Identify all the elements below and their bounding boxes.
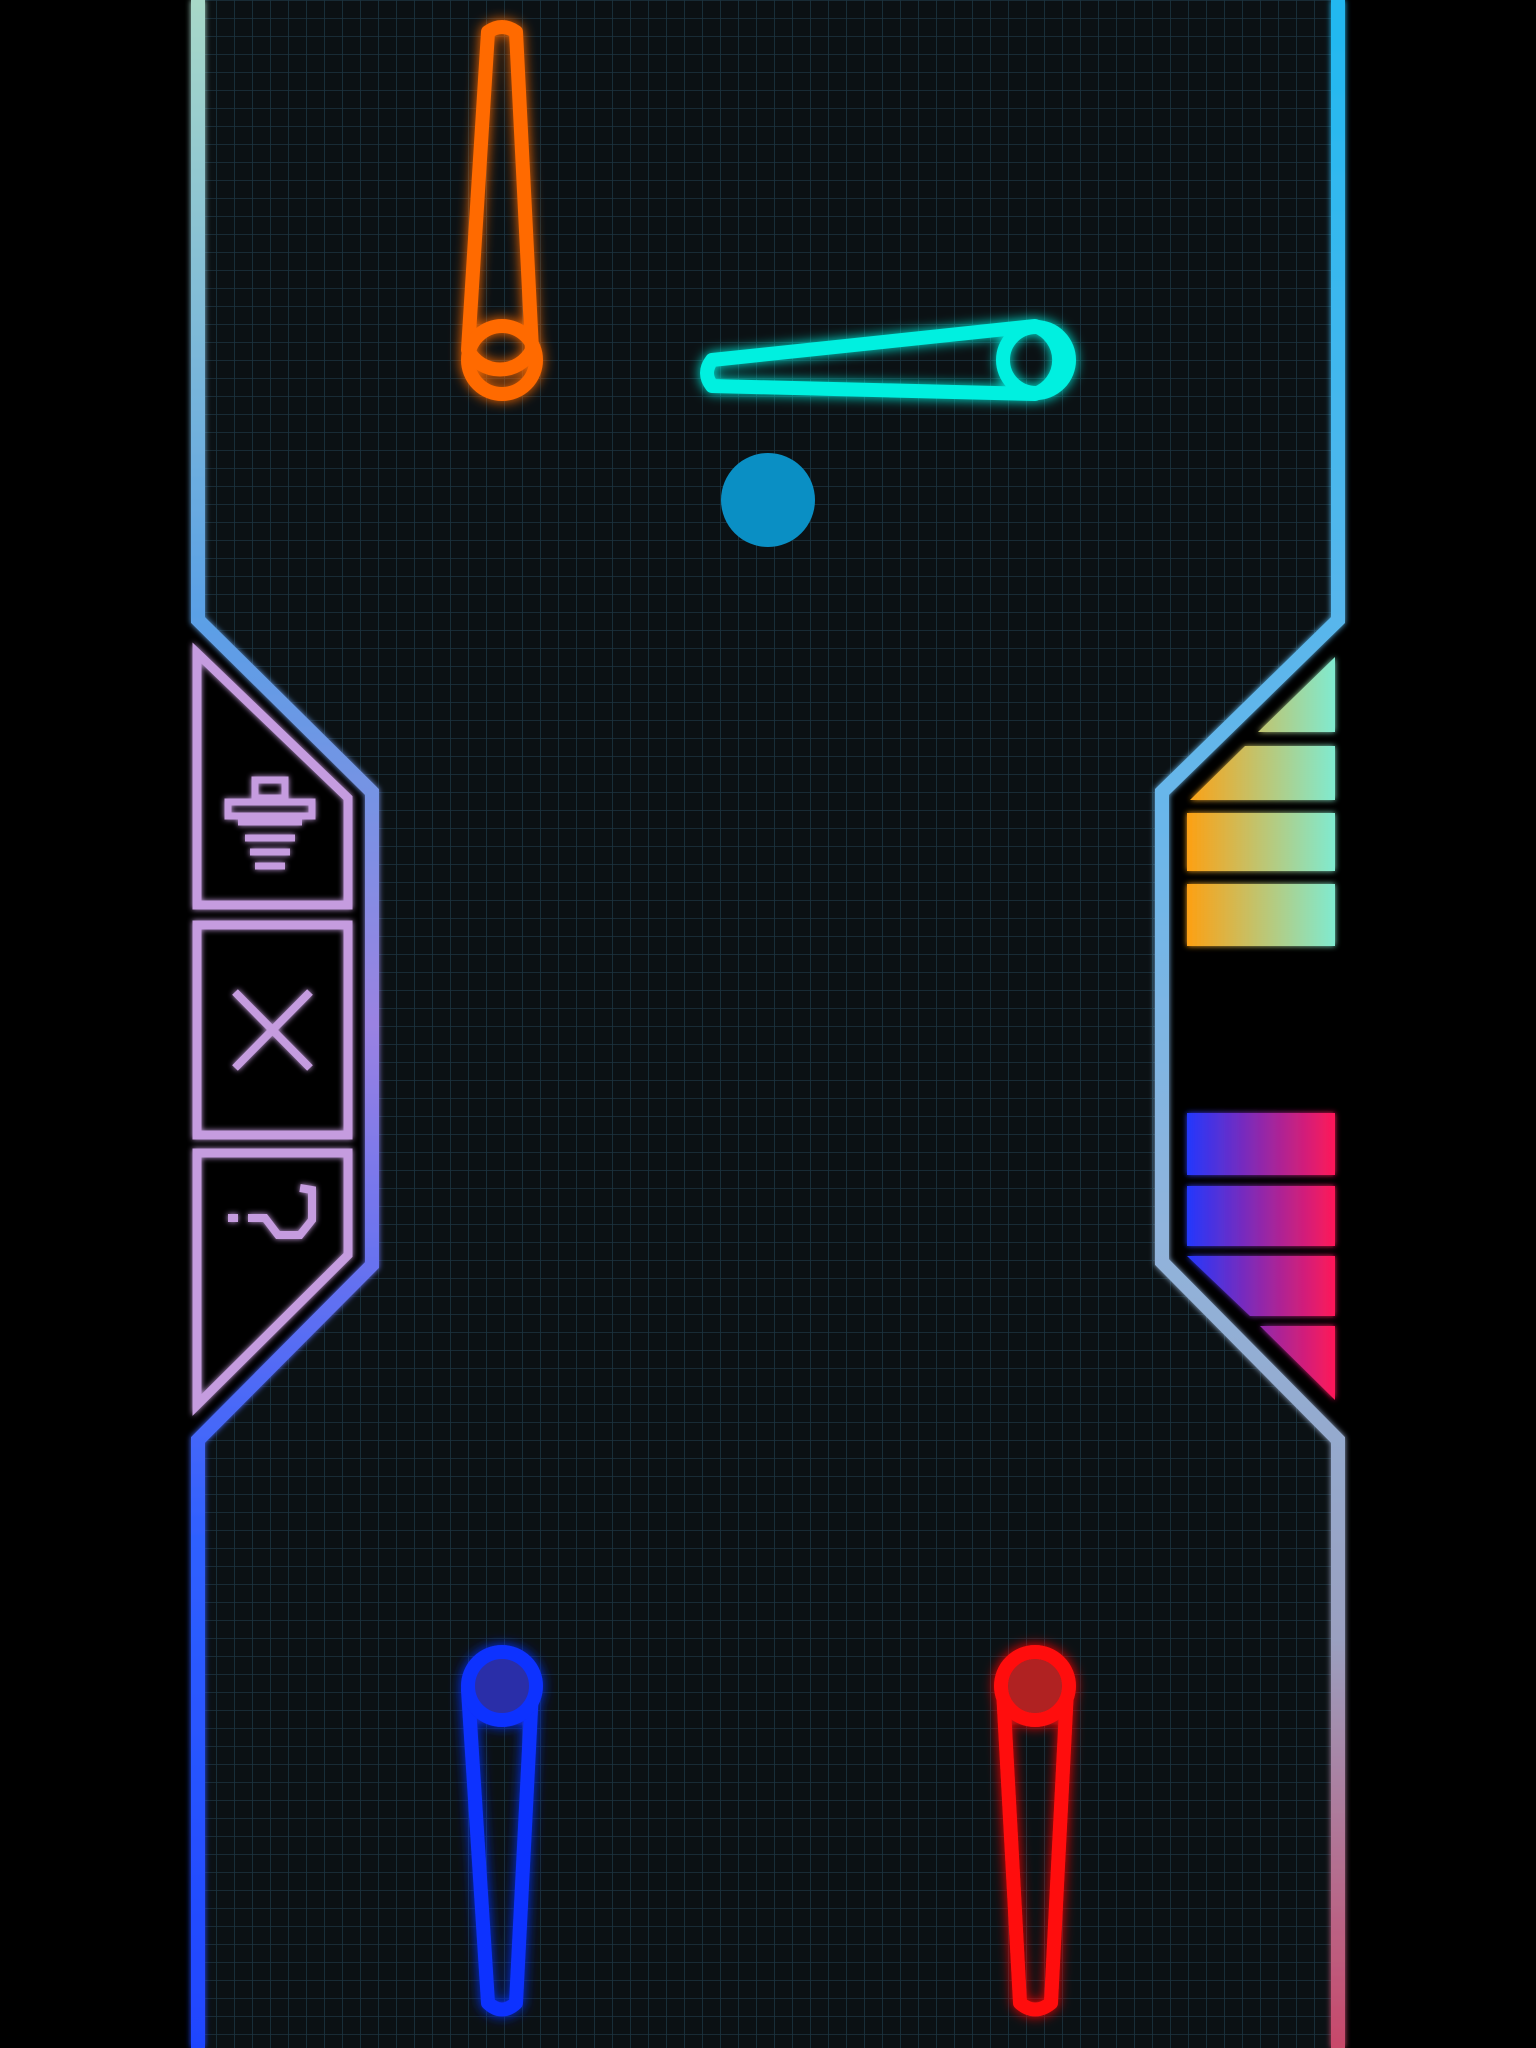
left-menu-panel [192, 642, 353, 1416]
pinball-table [0, 0, 1536, 2048]
question-icon [228, 1184, 316, 1239]
close-button[interactable] [192, 920, 353, 1140]
playfield-canvas [191, 0, 1345, 2048]
robot-icon [224, 776, 316, 870]
pinball-ball [721, 453, 815, 547]
close-icon [232, 989, 313, 1071]
